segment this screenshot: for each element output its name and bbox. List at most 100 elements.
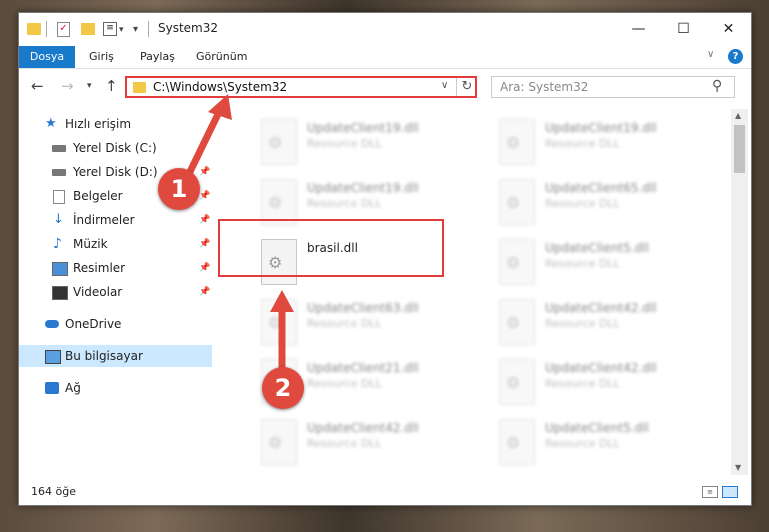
- item-count: 164 öğe: [31, 485, 76, 498]
- star-icon: ★: [45, 116, 57, 131]
- computer-icon: [45, 350, 61, 364]
- tab-share[interactable]: Paylaş: [140, 46, 175, 68]
- file-description: Resource DLL: [307, 317, 382, 330]
- address-path[interactable]: C:\Windows\System32: [153, 80, 287, 94]
- address-bar[interactable]: C:\Windows\System32 ∨ ↻: [125, 76, 477, 98]
- pin-icon[interactable]: 📌: [199, 185, 210, 207]
- file-description: Resource DLL: [307, 377, 382, 390]
- tab-view[interactable]: Görünüm: [196, 46, 247, 68]
- recent-locations-icon[interactable]: ▾: [87, 81, 92, 91]
- sidebar-item-label: Ağ: [65, 381, 81, 395]
- file-item[interactable]: ⚙ UpdateClient5.dll Resource DLL: [491, 235, 716, 293]
- pin-icon[interactable]: 📌: [199, 209, 210, 231]
- file-description: Resource DLL: [545, 437, 620, 450]
- gear-icon: ⚙: [506, 253, 521, 272]
- folder-icon[interactable]: [27, 23, 41, 35]
- document-icon: [53, 190, 65, 204]
- sidebar-item-videos[interactable]: Videolar 📌: [19, 281, 212, 303]
- sidebar-item-label: Yerel Disk (D:): [73, 165, 158, 179]
- file-item[interactable]: ⚙ UpdateClient42.dll Resource DLL: [491, 355, 716, 413]
- new-folder-icon[interactable]: [81, 23, 95, 35]
- vertical-scrollbar[interactable]: ▲ ▼: [731, 109, 748, 475]
- expand-ribbon-icon[interactable]: ∨: [707, 49, 714, 60]
- scroll-up-icon[interactable]: ▲: [735, 111, 741, 120]
- sidebar-item-quick-access[interactable]: ★ Hızlı erişim: [19, 113, 212, 135]
- file-description: Resource DLL: [307, 137, 382, 150]
- tab-home[interactable]: Giriş: [89, 46, 114, 68]
- file-description: Resource DLL: [545, 377, 620, 390]
- file-description: Resource DLL: [307, 197, 382, 210]
- sidebar-item-label: Belgeler: [73, 189, 123, 203]
- file-item[interactable]: ⚙ UpdateClient19.dll Resource DLL: [491, 115, 716, 173]
- help-icon[interactable]: ?: [728, 49, 743, 64]
- file-name: UpdateClient42.dll: [307, 421, 419, 435]
- chevron-down-icon[interactable]: ∨: [441, 80, 448, 91]
- pin-icon[interactable]: 📌: [199, 233, 210, 255]
- title-bar: ✓ ≡ ▾ ▾ System32 — ☐ ✕: [19, 13, 751, 45]
- sidebar-item-music[interactable]: ♪ Müzik 📌: [19, 233, 212, 255]
- sidebar-item-local-disk-c[interactable]: Yerel Disk (C:): [19, 137, 212, 159]
- file-name: UpdateClient63.dll: [307, 301, 419, 315]
- sidebar-item-onedrive[interactable]: OneDrive: [19, 313, 212, 335]
- highlight-box: [218, 219, 444, 277]
- sidebar-item-pictures[interactable]: Resimler 📌: [19, 257, 212, 279]
- file-name: UpdateClient5.dll: [545, 421, 649, 435]
- scroll-down-icon[interactable]: ▼: [735, 463, 741, 472]
- file-item[interactable]: ⚙ UpdateClient63.dll Resource DLL: [253, 295, 478, 353]
- file-description: Resource DLL: [307, 437, 382, 450]
- sidebar-item-downloads[interactable]: ↓ İndirmeler 📌: [19, 209, 212, 231]
- status-bar: 164 öğe ≡: [19, 481, 751, 503]
- large-icons-view-icon[interactable]: [722, 486, 738, 498]
- file-item[interactable]: ⚙ UpdateClient42.dll Resource DLL: [253, 415, 478, 473]
- back-arrow-icon[interactable]: ←: [31, 77, 44, 95]
- file-description: Resource DLL: [545, 197, 620, 210]
- file-item[interactable]: ⚙ UpdateClient42.dll Resource DLL: [491, 295, 716, 353]
- details-view-icon[interactable]: ≡: [702, 486, 718, 498]
- pin-icon[interactable]: 📌: [199, 257, 210, 279]
- gear-icon: ⚙: [268, 193, 283, 212]
- file-name: UpdateClient21.dll: [307, 361, 419, 375]
- tab-file[interactable]: Dosya: [19, 46, 75, 68]
- up-arrow-icon[interactable]: ↑: [105, 77, 118, 95]
- file-name: UpdateClient5.dll: [545, 241, 649, 255]
- pin-icon[interactable]: 📌: [199, 281, 210, 303]
- search-input[interactable]: Ara: System32 ⚲: [491, 76, 735, 98]
- properties-check-icon[interactable]: ✓: [57, 22, 70, 37]
- step-badge-2: 2: [262, 367, 304, 409]
- file-name: UpdateClient19.dll: [307, 181, 419, 195]
- scroll-thumb[interactable]: [734, 125, 745, 173]
- chevron-down-icon[interactable]: ▾: [119, 21, 124, 39]
- file-name: UpdateClient42.dll: [545, 361, 657, 375]
- properties-icon[interactable]: ≡: [103, 22, 117, 36]
- navigation-bar: ← → ▾ ↑ C:\Windows\System32 ∨ ↻ Ara: Sys…: [19, 69, 751, 105]
- drive-icon: [52, 145, 66, 152]
- sidebar-item-label: Müzik: [73, 237, 108, 251]
- sidebar-item-this-pc[interactable]: Bu bilgisayar: [19, 345, 212, 367]
- maximize-button[interactable]: ☐: [661, 13, 706, 45]
- customize-toolbar-icon[interactable]: ▾: [133, 21, 138, 39]
- pin-icon[interactable]: 📌: [199, 161, 210, 183]
- folder-icon: [133, 82, 146, 93]
- minimize-button[interactable]: —: [616, 13, 661, 45]
- close-button[interactable]: ✕: [706, 13, 751, 45]
- pictures-icon: [52, 262, 68, 276]
- file-name: UpdateClient65.dll: [545, 181, 657, 195]
- search-placeholder: Ara: System32: [500, 80, 589, 94]
- search-icon[interactable]: ⚲: [712, 78, 722, 94]
- file-item[interactable]: ⚙ UpdateClient5.dll Resource DLL: [491, 415, 716, 473]
- file-description: Resource DLL: [545, 317, 620, 330]
- sidebar-item-label: Yerel Disk (C:): [73, 141, 157, 155]
- sidebar-item-network[interactable]: Ağ: [19, 377, 212, 399]
- sidebar-item-label: İndirmeler: [73, 213, 135, 227]
- gear-icon: ⚙: [268, 433, 283, 452]
- video-icon: [52, 286, 68, 300]
- cloud-icon: [45, 320, 59, 328]
- refresh-icon[interactable]: ↻: [456, 78, 477, 96]
- window-title: System32: [158, 21, 219, 35]
- file-item[interactable]: ⚙ UpdateClient19.dll Resource DLL: [253, 115, 478, 173]
- file-item[interactable]: ⚙ UpdateClient65.dll Resource DLL: [491, 175, 716, 233]
- drive-icon: [52, 169, 66, 176]
- sidebar-item-label: Hızlı erişim: [65, 117, 132, 131]
- forward-arrow-icon[interactable]: →: [61, 77, 74, 95]
- network-icon: [45, 382, 59, 394]
